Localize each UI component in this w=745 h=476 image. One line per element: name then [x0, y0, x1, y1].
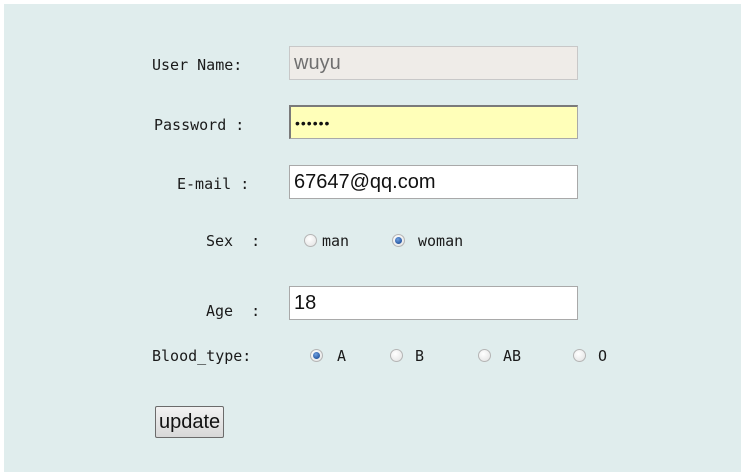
username-label: User Name: [152, 56, 243, 74]
blood-a-radio[interactable] [310, 349, 323, 362]
sex-woman-label: woman [418, 232, 464, 250]
sex-woman-radio[interactable] [392, 234, 405, 247]
sex-man-radio[interactable] [304, 234, 317, 247]
blood-ab-radio[interactable] [478, 349, 491, 362]
blood-ab-label: AB [503, 347, 522, 365]
update-button[interactable]: update [155, 406, 225, 438]
blood-b-radio[interactable] [390, 349, 403, 362]
age-field[interactable]: 18 [289, 286, 578, 320]
password-label: Password : [154, 116, 245, 134]
blood-type-label: Blood_type: [152, 347, 252, 365]
email-label: E-mail : [177, 175, 250, 193]
sex-man-label: man [322, 232, 350, 250]
email-field[interactable]: 67647@qq.com [289, 165, 578, 199]
password-field[interactable]: •••••• [289, 105, 578, 139]
age-label: Age : [206, 302, 261, 320]
blood-o-label: O [598, 347, 608, 365]
username-field[interactable]: wuyu [289, 46, 578, 80]
blood-b-label: B [415, 347, 425, 365]
blood-o-radio[interactable] [573, 349, 586, 362]
sex-label: Sex : [206, 232, 261, 250]
blood-a-label: A [337, 347, 347, 365]
